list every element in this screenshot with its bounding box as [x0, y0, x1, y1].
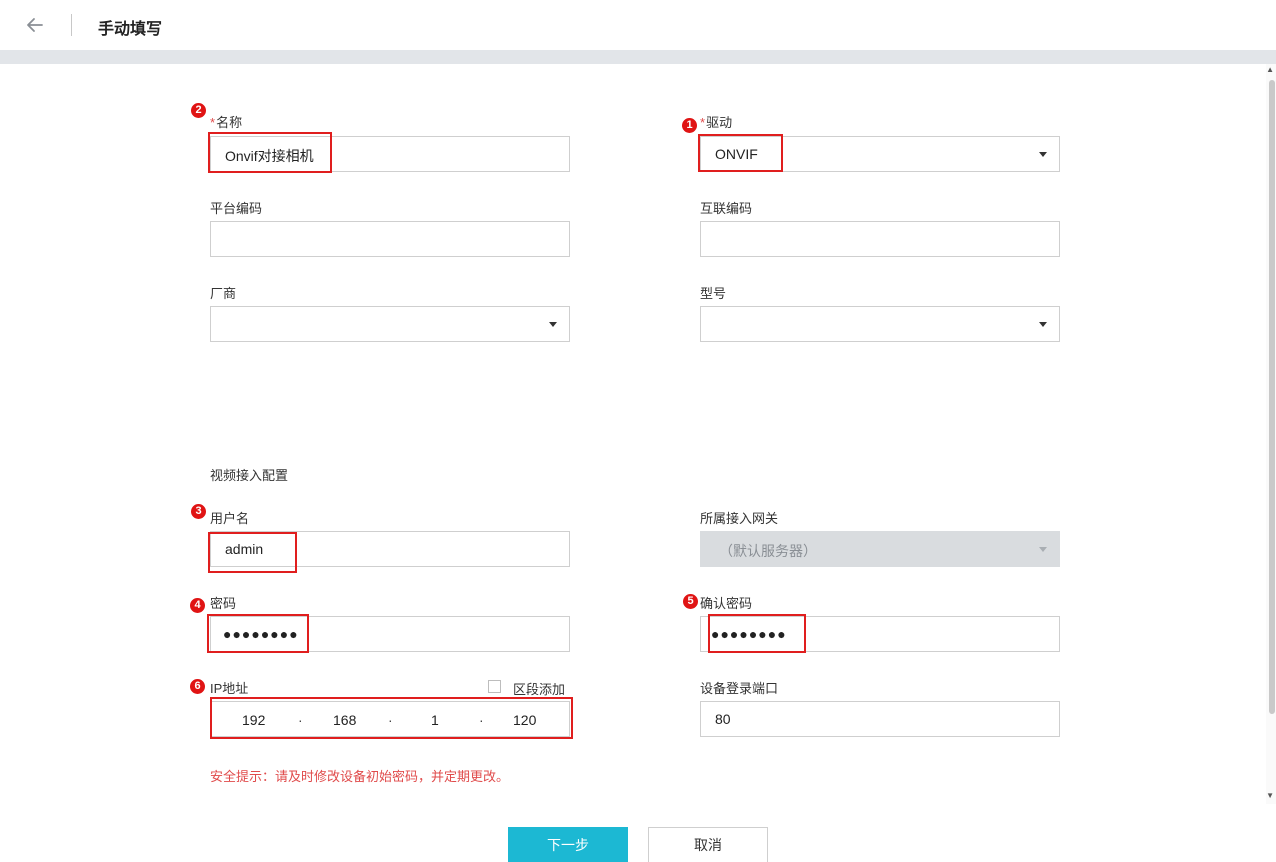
- caret-down-icon: [549, 322, 557, 327]
- back-button[interactable]: [22, 12, 48, 38]
- driver-select[interactable]: ONVIF: [700, 136, 1060, 172]
- confirm-password-label: 确认密码: [700, 596, 753, 611]
- password-label: 密码: [210, 596, 237, 611]
- ip-separator: ·: [479, 712, 484, 728]
- name-input[interactable]: Onvif对接相机: [210, 136, 570, 172]
- segment-add-label: 区段添加: [513, 682, 566, 697]
- ip-address-input[interactable]: 192 · 168 · 1 · 120: [210, 701, 570, 737]
- platform-code-label: 平台编码: [210, 201, 263, 216]
- login-port-label: 设备登录端口: [700, 681, 779, 696]
- model-select[interactable]: [700, 306, 1060, 342]
- gateway-label: 所属接入网关: [700, 511, 779, 526]
- ip-segment-1[interactable]: 192: [242, 712, 265, 728]
- page-title: 手动填写: [98, 21, 163, 38]
- vendor-select[interactable]: [210, 306, 570, 342]
- interconnect-code-input[interactable]: [700, 221, 1060, 257]
- annotation-badge: 6: [190, 679, 205, 694]
- vendor-label: 厂商: [210, 286, 237, 301]
- login-port-input[interactable]: 80: [700, 701, 1060, 737]
- gateway-select: （默认服务器）: [700, 531, 1060, 567]
- section-title: 视频接入配置: [210, 468, 289, 483]
- annotation-badge: 5: [683, 594, 698, 609]
- caret-down-icon: [1039, 547, 1047, 552]
- driver-label: *驱动: [700, 115, 733, 130]
- ip-separator: ·: [298, 712, 303, 728]
- annotation-badge: 3: [191, 504, 206, 519]
- annotation-badge: 2: [191, 103, 206, 118]
- platform-code-input[interactable]: [210, 221, 570, 257]
- name-label: *名称: [210, 115, 243, 130]
- segment-add-checkbox[interactable]: [488, 680, 501, 693]
- annotation-badge: 4: [190, 598, 205, 613]
- caret-down-icon: [1039, 152, 1047, 157]
- password-input[interactable]: ●●●●●●●●: [210, 616, 570, 652]
- required-mark: *: [700, 115, 706, 130]
- ip-segment-3[interactable]: 1: [431, 712, 439, 728]
- next-button[interactable]: 下一步: [508, 827, 628, 862]
- username-label: 用户名: [210, 511, 250, 526]
- scrollbar-thumb[interactable]: [1269, 80, 1275, 714]
- ip-separator: ·: [388, 712, 393, 728]
- ip-label: IP地址: [210, 681, 249, 696]
- top-bar: 手动填写: [0, 0, 1276, 50]
- caret-down-icon: [1039, 322, 1047, 327]
- security-warning: 安全提示：请及时修改设备初始密码，并定期更改。: [210, 769, 510, 784]
- username-input[interactable]: admin: [210, 531, 570, 567]
- required-mark: *: [210, 115, 216, 130]
- header-band: [0, 50, 1276, 64]
- cancel-button[interactable]: 取消: [648, 827, 768, 862]
- ip-segment-2[interactable]: 168: [333, 712, 356, 728]
- ip-segment-4[interactable]: 120: [513, 712, 536, 728]
- header-divider: [71, 14, 72, 36]
- scroll-down-icon[interactable]: ▼: [1266, 792, 1274, 800]
- interconnect-code-label: 互联编码: [700, 201, 753, 216]
- annotation-badge: 1: [682, 118, 697, 133]
- scroll-up-icon[interactable]: ▲: [1266, 66, 1274, 74]
- model-label: 型号: [700, 286, 727, 301]
- arrow-left-icon: [27, 18, 43, 32]
- confirm-password-input[interactable]: ●●●●●●●●: [700, 616, 1060, 652]
